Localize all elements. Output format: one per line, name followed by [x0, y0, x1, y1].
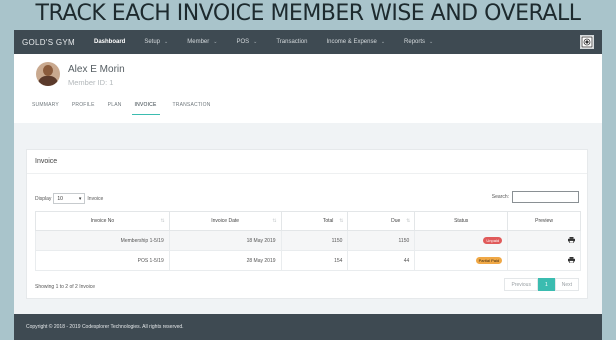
search-control: Search: — [492, 191, 579, 203]
tab-summary[interactable]: SUMMARY — [32, 102, 59, 115]
column-header-preview: Preview — [507, 211, 581, 231]
brand-name[interactable]: GOLD'S GYM — [22, 38, 94, 47]
chevron-down-icon: ⌄ — [380, 39, 386, 45]
nav-member[interactable]: Member ⌄ — [187, 39, 217, 45]
column-header-label: Total — [322, 218, 334, 224]
column-header-due[interactable]: Due ⇅ — [347, 211, 416, 231]
column-header-total[interactable]: Total ⇅ — [280, 211, 349, 231]
due-cell: 1150 — [347, 230, 416, 251]
tab-profile[interactable]: PROFILE — [72, 102, 95, 115]
status-cell: Partial Paid — [414, 250, 509, 271]
search-input[interactable] — [512, 191, 579, 203]
nav-pos[interactable]: POS ⌄ — [236, 39, 257, 45]
sort-icon: ⇅ — [339, 218, 344, 224]
preview-cell — [507, 230, 581, 251]
pagination-next[interactable]: Next — [554, 278, 579, 291]
page-length-select[interactable]: 10 ▾ — [53, 193, 86, 204]
column-header-label: Invoice Date — [211, 218, 240, 224]
total-cell: 1150 — [280, 230, 349, 251]
chevron-down-icon: ⌄ — [429, 39, 434, 45]
print-icon[interactable] — [568, 236, 575, 243]
sort-icon: ⇅ — [160, 218, 165, 224]
user-menu-icon[interactable] — [580, 35, 594, 49]
invoice-no-cell: Membership 1-5/19 — [35, 230, 170, 251]
sort-icon: ⇅ — [272, 218, 277, 224]
app-window: GOLD'S GYM Dashboard Setup ⌄ Member ⌄ POS ⌄… — [14, 30, 602, 340]
nav-dashboard[interactable]: Dashboard — [94, 39, 125, 45]
chevron-down-icon: ⌄ — [164, 39, 169, 45]
column-header-invoice-no[interactable]: Invoice No ⇅ — [35, 211, 170, 231]
status-badge: Partial Paid — [475, 257, 503, 264]
status-cell: Unpaid — [414, 230, 509, 251]
print-icon[interactable] — [568, 256, 575, 263]
column-header-label: Invoice No — [90, 218, 115, 224]
table-row: Membership 1-5/19 18 May 2019 1150 1150 … — [35, 230, 581, 251]
column-header-label: Due — [391, 218, 401, 224]
invoice-date-cell: 18 May 2019 — [168, 230, 282, 251]
column-header-invoice-date[interactable]: Invoice Date ⇅ — [168, 211, 282, 231]
tab-plan[interactable]: PLAN — [108, 102, 122, 115]
nav-setup[interactable]: Setup ⌄ — [144, 39, 168, 45]
profile-tabs: SUMMARY PROFILE PLAN INVOICE TRANSACTION — [32, 102, 224, 115]
nav-reports[interactable]: Reports ⌄ — [404, 39, 433, 45]
column-header-label: Status — [454, 218, 469, 224]
member-id: Member ID: 1 — [68, 78, 114, 87]
tab-invoice[interactable]: INVOICE — [131, 102, 160, 115]
due-cell: 44 — [347, 250, 416, 271]
nav-reports-label: Reports — [404, 39, 426, 45]
nav-income-expense-label: Income & Expense — [326, 39, 377, 45]
invoice-table: Invoice No ⇅ Invoice Date ⇅ Total ⇅ Due ⇅ St… — [35, 211, 581, 271]
display-suffix: Invoice — [87, 195, 104, 202]
display-label: Display — [35, 195, 52, 202]
preview-cell — [507, 250, 581, 271]
search-label: Search: — [491, 194, 509, 200]
total-cell: 154 — [280, 250, 349, 271]
member-profile-header: Alex E Morin Member ID: 1 SUMMARY PROFIL… — [14, 54, 602, 123]
invoice-no-cell: POS 1-5/19 — [35, 250, 170, 271]
nav-income-expense[interactable]: Income & Expense ⌄ — [326, 39, 385, 45]
chevron-down-icon: ⌄ — [213, 39, 218, 45]
nav-setup-label: Setup — [144, 39, 161, 45]
nav-transaction[interactable]: Transaction — [276, 39, 307, 45]
status-badge: Unpaid — [483, 237, 503, 244]
page-length-value: 10 — [57, 195, 63, 202]
nav-pos-label: POS — [236, 39, 250, 45]
member-name: Alex E Morin — [68, 64, 125, 75]
tab-transaction[interactable]: TRANSACTION — [173, 102, 211, 115]
invoice-card: Invoice Display 10 ▾ Invoice Search: Inv… — [26, 149, 588, 299]
pagination-previous[interactable]: Previous — [504, 278, 538, 291]
column-header-label: Preview — [535, 218, 553, 224]
length-control: Display 10 ▾ Invoice — [35, 193, 103, 204]
top-navbar: GOLD'S GYM Dashboard Setup ⌄ Member ⌄ POS ⌄… — [14, 30, 602, 54]
pagination: Previous 1 Next — [504, 278, 579, 291]
sort-icon: ⇅ — [406, 218, 411, 224]
pagination-page-1[interactable]: 1 — [537, 278, 555, 291]
nav-transaction-label: Transaction — [276, 39, 308, 45]
column-header-status: Status — [414, 211, 509, 231]
invoice-date-cell: 28 May 2019 — [168, 250, 282, 271]
banner-heading: TRACK EACH INVOICE MEMBER WISE AND OVERA… — [35, 1, 581, 26]
select-arrow-icon: ▾ — [78, 195, 82, 202]
invoice-card-title: Invoice — [27, 150, 587, 174]
nav-dashboard-label: Dashboard — [94, 39, 126, 45]
table-info: Showing 1 to 2 of 2 Invoice — [35, 284, 96, 290]
footer-copyright: Copyright © 2018 - 2019 Codesplorer Tech… — [14, 314, 602, 340]
chevron-down-icon: ⌄ — [253, 39, 258, 45]
avatar — [36, 62, 60, 86]
table-row: POS 1-5/19 28 May 2019 154 44 Partial Pa… — [35, 250, 581, 271]
nav-member-label: Member — [187, 39, 210, 45]
